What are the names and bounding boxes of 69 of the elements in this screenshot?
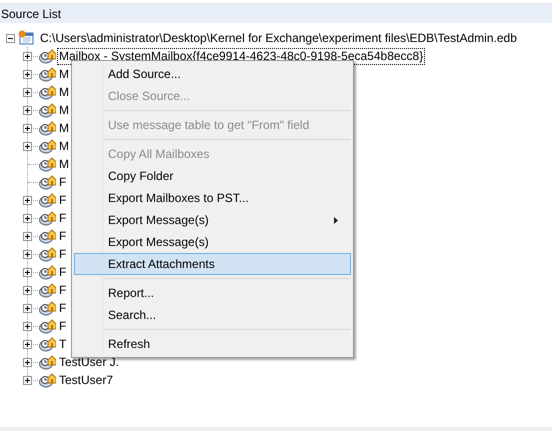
tree-item[interactable]: F [58, 210, 68, 226]
house-icon [39, 84, 56, 100]
house-icon [39, 192, 56, 208]
expand-toggle[interactable] [23, 340, 32, 348]
tree-item[interactable]: F [58, 246, 68, 262]
house-icon [39, 48, 56, 64]
expand-toggle[interactable] [23, 106, 32, 114]
expand-toggle[interactable] [23, 232, 32, 240]
expand-toggle[interactable] [23, 142, 32, 150]
tree-item[interactable]: M [58, 120, 70, 136]
expand-toggle[interactable] [23, 70, 32, 78]
menu-item[interactable]: Export Message(s) [74, 209, 351, 231]
tree-item[interactable]: F [58, 174, 68, 190]
menu-item[interactable]: Copy Folder [74, 165, 351, 187]
submenu-arrow-icon [334, 217, 338, 224]
tree-item[interactable]: M [58, 102, 70, 118]
house-icon [39, 246, 56, 262]
expand-toggle[interactable] [23, 322, 32, 330]
house-icon [39, 264, 56, 280]
tree-item[interactable]: F [58, 318, 68, 334]
expand-toggle[interactable] [23, 52, 32, 60]
expand-toggle[interactable] [23, 214, 32, 222]
expand-toggle[interactable] [23, 88, 32, 96]
house-icon [39, 174, 56, 190]
menu-item[interactable]: Report... [74, 282, 351, 304]
tree-item[interactable]: F [58, 264, 68, 280]
expand-toggle[interactable] [23, 286, 32, 294]
menu-item[interactable]: Export Message(s) [74, 231, 351, 253]
house-icon [39, 210, 56, 226]
house-icon [39, 138, 56, 154]
expand-toggle[interactable] [23, 268, 32, 276]
expand-toggle[interactable] [23, 304, 32, 312]
house-icon [39, 282, 56, 298]
house-icon [39, 372, 56, 388]
house-icon [39, 102, 56, 118]
expand-toggle[interactable] [23, 196, 32, 204]
tree-item[interactable]: M [58, 156, 70, 172]
window-icon [17, 30, 35, 46]
tree-item[interactable]: M [58, 138, 70, 154]
tree-item[interactable]: T [58, 336, 68, 352]
house-icon [39, 156, 56, 172]
house-icon [39, 336, 56, 352]
house-icon [39, 300, 56, 316]
menu-item[interactable]: Refresh [74, 333, 351, 355]
house-icon [39, 66, 56, 82]
tree-item[interactable]: F [58, 282, 68, 298]
menu-item[interactable]: Search... [74, 304, 351, 326]
tree-item[interactable]: M [58, 66, 70, 82]
tree-item[interactable]: F [58, 228, 68, 244]
tree-item[interactable]: F [58, 192, 68, 208]
expand-toggle[interactable] [23, 376, 32, 384]
expand-toggle[interactable] [23, 124, 32, 132]
tree-item[interactable]: M [58, 84, 70, 100]
house-icon [39, 318, 56, 334]
tree-item[interactable]: Mailbox - SystemMailbox{f4ce9914-4623-48c0-9198-5eca54b8ecc8} [58, 48, 424, 64]
tree-item[interactable]: C:\Users\administrator\Desktop\Kernel for Exchange\experiment files\EDB\TestAdmin.edb [40, 29, 517, 47]
house-icon [39, 120, 56, 136]
expand-toggle[interactable] [23, 358, 32, 366]
house-icon [39, 228, 56, 244]
tree-item[interactable]: TestUser7 [58, 372, 114, 388]
tree-item[interactable]: TestUser J. [58, 354, 120, 370]
menu-item[interactable]: Add Source... [74, 63, 351, 85]
menu-item[interactable]: Export Mailboxes to PST... [74, 187, 351, 209]
collapse-toggle[interactable] [6, 34, 15, 42]
expand-toggle[interactable] [23, 250, 32, 258]
house-icon [39, 354, 56, 370]
tree-item[interactable]: F [58, 300, 68, 316]
menu-item[interactable]: Extract Attachments [74, 253, 351, 275]
panel-title: Source List [1, 6, 62, 22]
